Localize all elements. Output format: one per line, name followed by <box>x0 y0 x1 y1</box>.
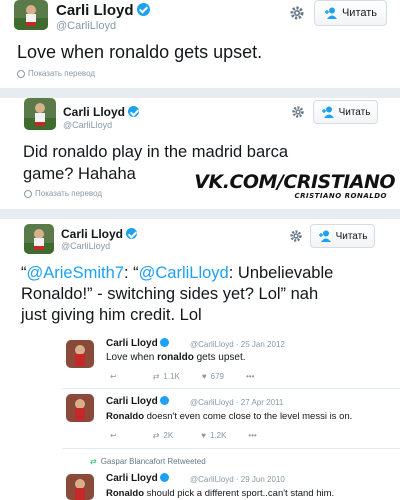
retweet-icon: ⇄ <box>90 457 97 466</box>
avatar[interactable] <box>66 394 94 422</box>
tweet-card-1: Carli Lloyd @CarliLloyd Читать Love when… <box>0 0 400 88</box>
author-handle[interactable]: @CarliLloyd <box>56 20 116 32</box>
reply-icon[interactable]: ↩ <box>110 372 117 381</box>
author-name[interactable]: Carli Lloyd <box>61 227 138 241</box>
avatar[interactable] <box>14 0 48 30</box>
divider <box>0 209 400 219</box>
more-icon[interactable]: ••• <box>246 372 254 381</box>
avatar[interactable] <box>66 340 94 368</box>
show-translation-link[interactable]: Показать перевод <box>24 189 102 198</box>
reply-icon[interactable]: ↩ <box>110 431 117 440</box>
verified-badge-icon <box>136 3 150 16</box>
quoted-actions: ↩ ⇄ 1.1K ♥ 679 ••• <box>110 372 370 381</box>
like-icon[interactable]: ♥ <box>201 431 206 440</box>
retweet-icon[interactable]: ⇄ <box>153 431 160 440</box>
tweet-card-3: Carli Lloyd @CarliLloyd Читать “@ArieSmi… <box>0 219 400 500</box>
verified-badge-icon <box>126 228 138 239</box>
divider <box>62 388 400 389</box>
quoted-text: Ronaldo doesn't even come close to the l… <box>106 411 353 422</box>
like-icon[interactable]: ♥ <box>202 372 207 381</box>
retweet-count: 2K <box>163 431 174 440</box>
avatar[interactable] <box>24 98 56 130</box>
quoted-text: Love when ronaldo gets upset. <box>106 352 246 363</box>
retweet-icon[interactable]: ⇄ <box>153 372 160 381</box>
verified-badge-icon <box>159 396 169 405</box>
retweeted-by: ⇄ Gaspar Blancafort Retweeted <box>90 457 206 466</box>
follow-button[interactable]: Читать <box>310 224 375 248</box>
divider <box>0 88 400 98</box>
quoted-meta: @CarliLloyd · 25 Jan 2012 <box>190 340 285 349</box>
follow-button[interactable]: Читать <box>313 100 378 124</box>
gear-icon[interactable] <box>291 105 305 119</box>
like-count: 679 <box>210 372 224 381</box>
follow-person-icon <box>318 230 331 242</box>
tweet-text: Love when ronaldo gets upset. <box>17 42 263 62</box>
embedded-tweets: Carli Lloyd @CarliLloyd · 25 Jan 2012 Lo… <box>62 334 400 500</box>
quoted-author-name[interactable]: Carli Lloyd <box>106 473 169 484</box>
verified-badge-icon <box>159 338 169 347</box>
quoted-author-name[interactable]: Carli Lloyd <box>106 396 169 407</box>
retweet-count: 1.1K <box>163 372 180 381</box>
author-handle[interactable]: @CarliLloyd <box>61 241 110 251</box>
follow-person-icon <box>321 106 334 118</box>
author-name[interactable]: Carli Lloyd <box>56 2 150 19</box>
avatar[interactable] <box>24 224 54 254</box>
watermark: VK.COM/CRISTIANO CRISTIANO RONALDO <box>194 171 395 200</box>
quoted-meta: @CarliLloyd · 29 Jun 2010 <box>190 475 285 484</box>
quoted-meta: @CarliLloyd · 27 Apr 2011 <box>190 398 284 407</box>
verified-badge-icon <box>128 106 140 117</box>
avatar[interactable] <box>66 474 94 500</box>
quoted-actions: ↩ ⇄ 2K ♥ 1.2K ••• <box>110 431 370 440</box>
verified-badge-icon <box>159 473 169 482</box>
mention-link[interactable]: @ArieSmith7 <box>27 264 124 282</box>
follow-button[interactable]: Читать <box>314 0 387 26</box>
globe-icon <box>17 69 25 78</box>
author-handle[interactable]: @CarliLloyd <box>63 120 112 130</box>
like-count: 1.2K <box>209 431 227 440</box>
tweet-text: “@ArieSmith7: “@CarliLloyd: Unbelievable… <box>21 264 334 324</box>
author-name[interactable]: Carli Lloyd <box>63 105 140 119</box>
quoted-text: Ronaldo should pick a different sport..c… <box>106 488 335 499</box>
more-icon[interactable]: ••• <box>248 431 256 440</box>
mention-link[interactable]: @CarliLloyd <box>139 264 229 282</box>
follow-person-icon <box>324 7 337 19</box>
globe-icon <box>24 189 32 198</box>
gear-icon[interactable] <box>289 229 303 243</box>
show-translation-link[interactable]: Показать перевод <box>17 69 95 78</box>
gear-icon[interactable] <box>289 5 305 21</box>
quoted-author-name[interactable]: Carli Lloyd <box>106 338 169 349</box>
divider <box>62 448 400 449</box>
